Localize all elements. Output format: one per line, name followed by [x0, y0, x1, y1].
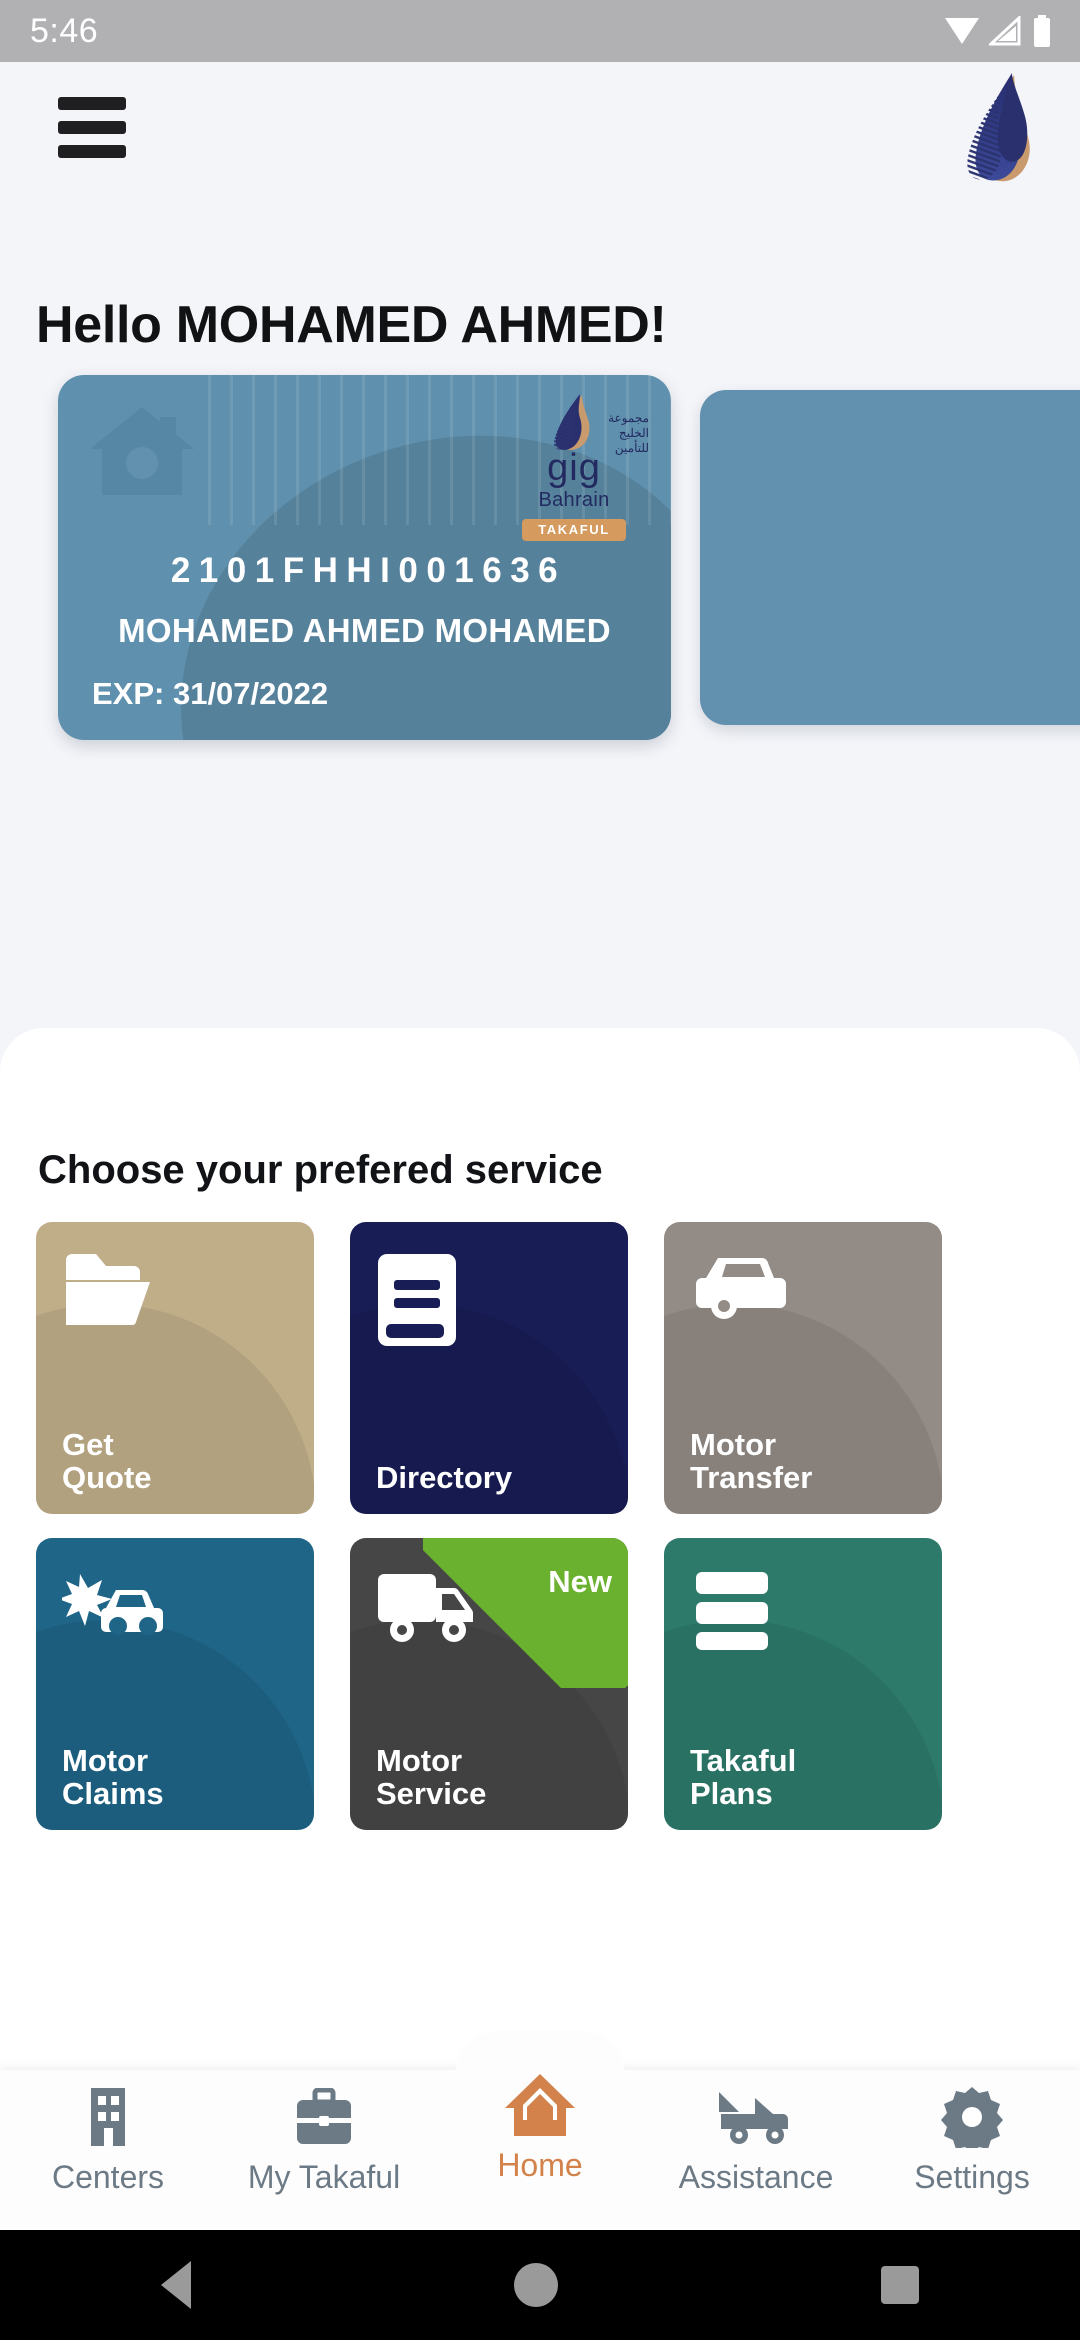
gig-bahrain-logo	[954, 69, 1040, 185]
policy-card-next[interactable]	[700, 390, 1080, 725]
service-tile-motor-service[interactable]: New Motor Service	[350, 1538, 628, 1830]
home-button[interactable]	[513, 2263, 558, 2307]
nav-label: Assistance	[678, 2159, 834, 2195]
status-bar: 5:46	[0, 0, 1080, 62]
nav-label: Home	[497, 2147, 583, 2183]
hamburger-menu-icon[interactable]	[58, 96, 126, 158]
recents-button[interactable]	[880, 2266, 919, 2304]
service-tile-motor-claims[interactable]: Motor Claims	[36, 1538, 314, 1830]
card-stack-icon	[696, 1572, 768, 1650]
android-navigation-bar	[0, 2230, 1080, 2340]
service-tile-label: Get Quote	[62, 1426, 152, 1495]
service-tiles-row-1: Get Quote Directory Motor Transfer	[36, 1222, 1080, 1514]
status-time: 5:46	[30, 11, 99, 50]
home-insurance-icon	[90, 407, 194, 495]
service-tile-takaful-plans[interactable]: Takaful Plans	[664, 1538, 942, 1830]
back-button[interactable]	[161, 2261, 192, 2309]
app-header	[0, 62, 1080, 192]
vehicle-front-icon	[696, 1257, 786, 1319]
policy-card-expiry: EXP: 31/07/2022	[92, 676, 329, 711]
service-tile-directory[interactable]: Directory	[350, 1222, 628, 1514]
service-tile-get-quote[interactable]: Get Quote	[36, 1222, 314, 1514]
service-tile-label: Directory	[376, 1459, 513, 1495]
status-icons	[944, 15, 1052, 47]
nav-item-my-takaful[interactable]: My Takaful	[216, 2070, 432, 2196]
service-tiles-grid[interactable]: Get Quote Directory Motor Transfer Motor…	[36, 1222, 1080, 1862]
nav-label: Centers	[51, 2159, 165, 2195]
book-icon	[378, 1254, 456, 1346]
wifi-icon	[945, 18, 979, 44]
service-tile-label: Motor Transfer	[690, 1426, 813, 1495]
briefcase-icon	[293, 2086, 355, 2148]
tow-truck-icon	[717, 2086, 795, 2148]
car-crash-icon	[62, 1574, 163, 1635]
service-tiles-row-2: Motor Claims New Motor Service Takaful P…	[36, 1538, 1080, 1830]
battery-icon	[1034, 15, 1050, 47]
service-tile-label: Motor Service	[376, 1742, 487, 1811]
home-icon	[503, 2074, 577, 2136]
nav-label: Settings	[914, 2159, 1030, 2195]
policy-card[interactable]: مجموعة الخليج للتأمين gig Bahrain TAKAFU…	[58, 375, 671, 740]
card-brand-logo: مجموعة الخليج للتأمين gig Bahrain TAKAFU…	[499, 391, 649, 541]
service-tile-motor-transfer[interactable]: Motor Transfer	[664, 1222, 942, 1514]
nav-item-assistance[interactable]: Assistance	[648, 2070, 864, 2196]
card-brand-region: Bahrain	[538, 489, 610, 511]
service-tile-label: Takaful Plans	[690, 1742, 797, 1811]
card-brand-arabic: مجموعة الخليج للتأمين	[608, 411, 649, 455]
cellular-signal-icon	[989, 16, 1021, 46]
truck-icon	[378, 1574, 473, 1642]
gear-icon	[941, 2086, 1003, 2148]
nav-item-settings[interactable]: Settings	[864, 2070, 1080, 2196]
bottom-navigation-bar: Centers My Takaful Home Assistance Setti…	[0, 2030, 1080, 2230]
building-icon	[83, 2086, 133, 2148]
ribbon-label: New	[548, 1564, 612, 1599]
policy-card-carousel[interactable]: مجموعة الخليج للتأمين gig Bahrain TAKAFU…	[0, 368, 1080, 740]
card-product-badge: TAKAFUL	[522, 519, 626, 541]
policy-card-holder: MOHAMED AHMED MOHAMED	[118, 612, 611, 649]
nav-label: My Takaful	[247, 2159, 401, 2195]
services-heading: Choose your prefered service	[38, 1148, 603, 1192]
nav-item-home[interactable]: Home	[432, 2070, 648, 2184]
policy-card-number: 2101FHHI001636	[170, 551, 567, 590]
nav-item-centers[interactable]: Centers	[0, 2070, 216, 2196]
folder-icon	[66, 1254, 150, 1326]
page-title: Hello MOHAMED AHMED!	[36, 296, 667, 354]
service-tile-label: Motor Claims	[62, 1742, 164, 1811]
